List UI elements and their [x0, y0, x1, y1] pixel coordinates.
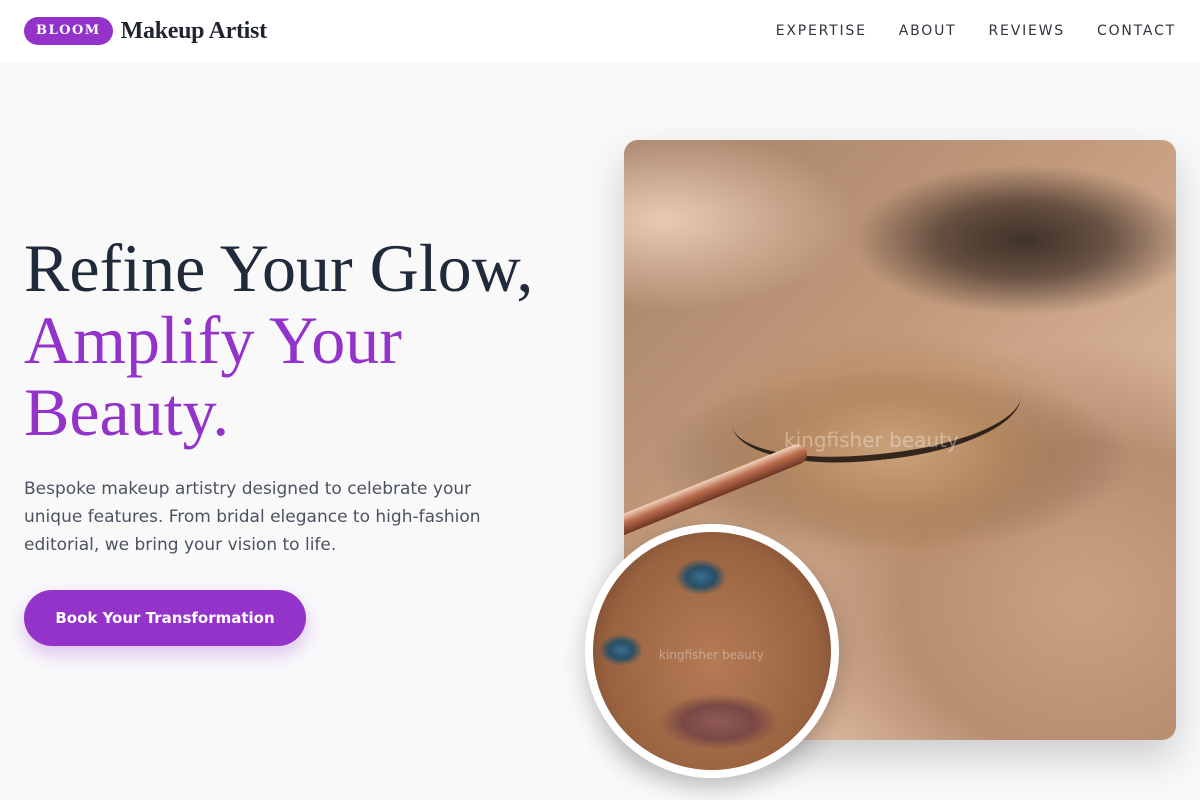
book-transformation-button[interactable]: Book Your Transformation: [24, 590, 306, 646]
top-nav-bar: BLOOM Makeup Artist EXPERTISE ABOUT REVI…: [0, 0, 1200, 62]
nav-link-about[interactable]: ABOUT: [899, 23, 957, 39]
brand-logo[interactable]: BLOOM Makeup Artist: [24, 17, 267, 45]
main-nav: EXPERTISE ABOUT REVIEWS CONTACT: [776, 23, 1176, 39]
nav-link-expertise[interactable]: EXPERTISE: [776, 23, 867, 39]
nav-link-contact[interactable]: CONTACT: [1097, 23, 1176, 39]
photo-watermark: kingfisher beauty: [784, 428, 959, 452]
brand-name: Makeup Artist: [120, 17, 267, 44]
brand-badge: BLOOM: [24, 17, 113, 45]
inset-watermark: kingfisher beauty: [659, 648, 764, 662]
hero-description: Bespoke makeup artistry designed to cele…: [24, 479, 481, 555]
hero-title-line-3: Beauty.: [24, 374, 230, 450]
portrait-inset-photo: kingfisher beauty: [585, 524, 839, 778]
hero-title: Refine Your Glow, Amplify Your Beauty.: [24, 232, 604, 448]
hero-title-line-1: Refine Your Glow,: [24, 230, 534, 306]
hero-title-line-2: Amplify Your: [24, 302, 402, 378]
nav-link-reviews[interactable]: REVIEWS: [989, 23, 1065, 39]
